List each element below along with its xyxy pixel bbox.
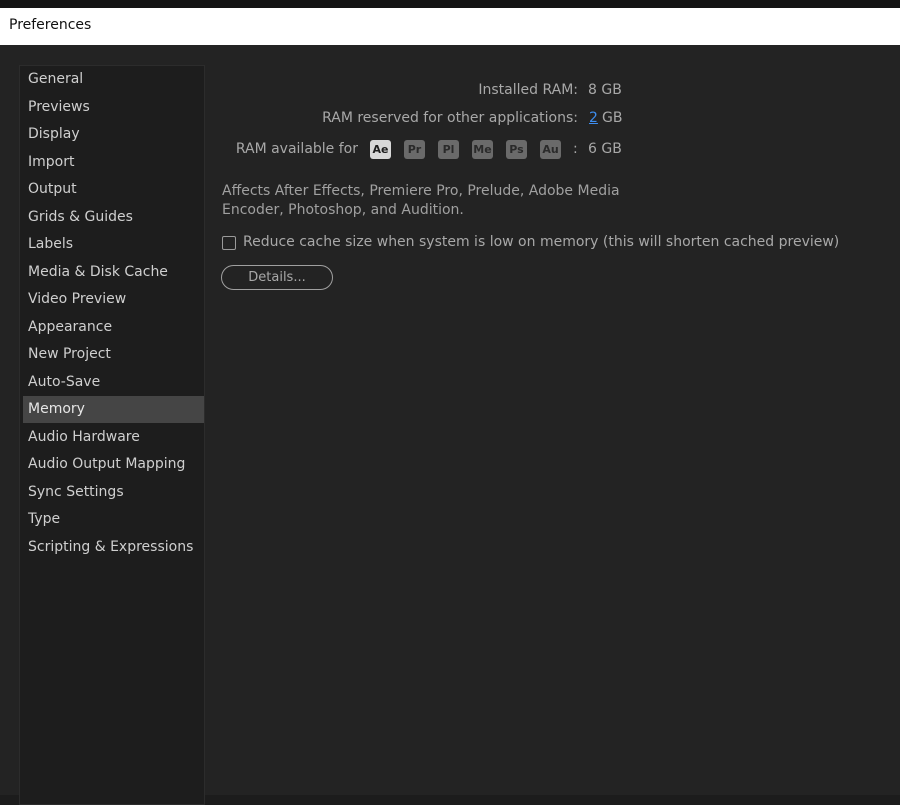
sidebar-item-video-preview[interactable]: Video Preview [23,286,204,313]
memory-description: Affects After Effects, Premiere Pro, Pre… [222,183,620,218]
sidebar-item-display[interactable]: Display [23,121,204,148]
reserved-ram-unit: GB [602,110,623,126]
ram-available-label: RAM available for [235,141,358,157]
sidebar-item-memory[interactable]: Memory [23,396,204,423]
ram-available-separator: : [573,141,578,157]
app-badge-pl[interactable]: Pl [438,140,459,159]
app-badge-au[interactable]: Au [540,140,561,159]
title-bar: Preferences [0,8,900,45]
sidebar-item-output[interactable]: Output [23,176,204,203]
window-title: Preferences [9,17,92,33]
details-button[interactable]: Details... [221,265,333,290]
installed-ram-label: Installed RAM: [478,82,578,98]
reduce-cache-checkbox[interactable] [222,236,236,250]
sidebar-item-previews[interactable]: Previews [23,94,204,121]
reserved-ram-value[interactable]: 2 [589,110,598,126]
app-badge-me[interactable]: Me [472,140,493,159]
sidebar-item-import[interactable]: Import [23,149,204,176]
sidebar-item-audio-output-mapping[interactable]: Audio Output Mapping [23,451,204,478]
sidebar-item-grids-and-guides[interactable]: Grids & Guides [23,204,204,231]
sidebar-item-audio-hardware[interactable]: Audio Hardware [23,424,204,451]
sidebar-item-new-project[interactable]: New Project [23,341,204,368]
ram-available-value: 6 GB [588,141,622,157]
sidebar-item-appearance[interactable]: Appearance [23,314,204,341]
preferences-sidebar: General Previews Display Import Output Grids … [19,65,205,805]
preferences-window: General Previews Display Import Output Grids … [0,45,900,805]
installed-ram-value: 8 GB [588,82,622,98]
app-badge-pr[interactable]: Pr [404,140,425,159]
top-strip [0,0,900,8]
sidebar-item-auto-save[interactable]: Auto-Save [23,369,204,396]
reserved-ram-label: RAM reserved for other applications: [322,110,578,126]
reduce-cache-label[interactable]: Reduce cache size when system is low on … [243,234,839,250]
sidebar-item-general[interactable]: General [23,66,204,93]
app-badge-ps[interactable]: Ps [506,140,527,159]
app-badge-ae[interactable]: Ae [370,140,391,159]
sidebar-item-labels[interactable]: Labels [23,231,204,258]
sidebar-item-media-and-disk-cache[interactable]: Media & Disk Cache [23,259,204,286]
sidebar-item-sync-settings[interactable]: Sync Settings [23,479,204,506]
sidebar-item-scripting-and-expressions[interactable]: Scripting & Expressions [23,534,204,561]
sidebar-item-type[interactable]: Type [23,506,204,533]
memory-panel: Installed RAM: 8 GB RAM reserved for oth… [205,45,900,795]
